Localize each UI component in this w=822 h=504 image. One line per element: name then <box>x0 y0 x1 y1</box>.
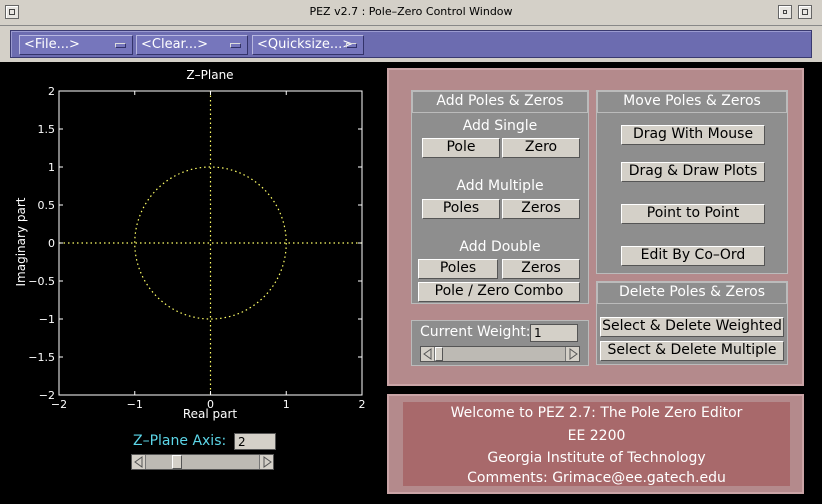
x-axis-label: Real part <box>182 407 238 421</box>
maximize-icon <box>802 9 808 15</box>
move-group-title: Move Poles & Zeros <box>597 91 787 113</box>
y-tick-label: 1 <box>48 161 55 174</box>
add-multiple-poles-button[interactable]: Poles <box>422 199 500 219</box>
file-menu-label: <File...> <box>24 37 80 52</box>
window-title: PEZ v2.7 : Pole–Zero Control Window <box>309 5 513 18</box>
minimize-icon <box>783 10 787 14</box>
add-multiple-zeros-button[interactable]: Zeros <box>502 199 580 219</box>
x-tick-label: −1 <box>127 398 143 411</box>
delete-group-title: Delete Poles & Zeros <box>597 282 787 304</box>
quicksize-menu[interactable]: <Quicksize...> <box>252 35 364 55</box>
delete-poles-zeros-group: Delete Poles & Zeros Select & Delete Wei… <box>596 281 788 365</box>
add-double-heading: Add Double <box>459 239 541 255</box>
y-tick-label: −1.5 <box>28 351 55 364</box>
y-tick-label: −0.5 <box>28 275 55 288</box>
y-axis-label: Imaginary part <box>14 197 28 287</box>
add-poles-zeros-group: Add Poles & Zeros Add Single Pole Zero A… <box>411 90 589 304</box>
minimize-button[interactable] <box>778 5 792 19</box>
y-tick-label: −2 <box>39 389 55 402</box>
y-tick-label: 2 <box>48 85 55 98</box>
current-weight-slider[interactable] <box>420 346 580 362</box>
drag-with-mouse-button[interactable]: Drag With Mouse <box>621 125 765 145</box>
add-single-heading: Add Single <box>462 118 538 134</box>
menubar: <File...> <Clear...> <Quicksize...> <box>0 26 822 62</box>
z-plane-axis-slider[interactable] <box>131 454 274 470</box>
move-poles-zeros-group: Move Poles & Zeros Drag With Mouse Drag … <box>596 90 788 274</box>
drag-draw-plots-button[interactable]: Drag & Draw Plots <box>621 162 765 182</box>
quicksize-menu-indicator-icon <box>346 43 357 48</box>
add-double-poles-button[interactable]: Poles <box>418 259 498 279</box>
y-tick-label: 0.5 <box>38 199 56 212</box>
current-weight-slider-thumb[interactable] <box>435 347 443 361</box>
window-titlebar: PEZ v2.7 : Pole–Zero Control Window <box>0 0 822 26</box>
maximize-button[interactable] <box>798 5 812 19</box>
z-plane-axis-label: Z–Plane Axis: <box>133 433 227 449</box>
slider-left-arrow-icon[interactable] <box>132 455 146 469</box>
x-tick-label: 1 <box>283 398 290 411</box>
welcome-panel: Welcome to PEZ 2.7: The Pole Zero Editor… <box>387 394 804 494</box>
edit-by-coord-button[interactable]: Edit By Co–Ord <box>621 246 765 266</box>
slider-right-arrow-icon[interactable] <box>259 455 273 469</box>
clear-menu-label: <Clear...> <box>141 37 208 52</box>
menubar-strip: <File...> <Clear...> <Quicksize...> <box>10 30 812 58</box>
weight-slider-right-arrow-icon[interactable] <box>565 347 579 361</box>
quicksize-menu-label: <Quicksize...> <box>257 37 354 52</box>
z-plane-plot[interactable]: −2 −1 0 1 221.510.50−0.5−1−1.5−2 <box>0 62 380 412</box>
weight-slider-left-arrow-icon[interactable] <box>421 347 435 361</box>
y-tick-label: 1.5 <box>38 123 56 136</box>
welcome-line-institution: Georgia Institute of Technology <box>487 450 706 466</box>
current-weight-label: Current Weight: <box>420 324 531 340</box>
point-to-point-button[interactable]: Point to Point <box>621 204 765 224</box>
y-tick-label: 0 <box>48 237 55 250</box>
control-panel: Add Poles & Zeros Add Single Pole Zero A… <box>387 68 804 386</box>
welcome-line-title: Welcome to PEZ 2.7: The Pole Zero Editor <box>450 405 743 421</box>
clear-menu[interactable]: <Clear...> <box>136 35 248 55</box>
add-single-zero-button[interactable]: Zero <box>502 138 580 158</box>
welcome-box: Welcome to PEZ 2.7: The Pole Zero Editor… <box>403 402 790 486</box>
z-plane-axis-input[interactable] <box>234 433 276 450</box>
add-double-zeros-button[interactable]: Zeros <box>502 259 580 279</box>
file-menu-indicator-icon <box>115 43 126 48</box>
add-group-title: Add Poles & Zeros <box>412 91 588 113</box>
current-weight-input[interactable] <box>530 324 578 342</box>
y-tick-label: −1 <box>39 313 55 326</box>
welcome-line-course: EE 2200 <box>567 428 626 444</box>
select-delete-weighted-button[interactable]: Select & Delete Weighted <box>600 317 784 337</box>
add-single-pole-button[interactable]: Pole <box>422 138 500 158</box>
unit-circle <box>134 166 287 320</box>
z-plane-axis-slider-thumb[interactable] <box>171 455 182 469</box>
pole-zero-combo-button[interactable]: Pole / Zero Combo <box>418 282 580 302</box>
file-menu[interactable]: <File...> <box>19 35 133 55</box>
select-delete-multiple-button[interactable]: Select & Delete Multiple <box>600 341 784 361</box>
x-tick-label: 2 <box>359 398 366 411</box>
clear-menu-indicator-icon <box>230 43 241 48</box>
current-weight-group: Current Weight: <box>411 320 589 366</box>
welcome-line-contact: Comments: Grimace@ee.gatech.edu <box>467 470 726 486</box>
add-multiple-heading: Add Multiple <box>456 178 544 194</box>
